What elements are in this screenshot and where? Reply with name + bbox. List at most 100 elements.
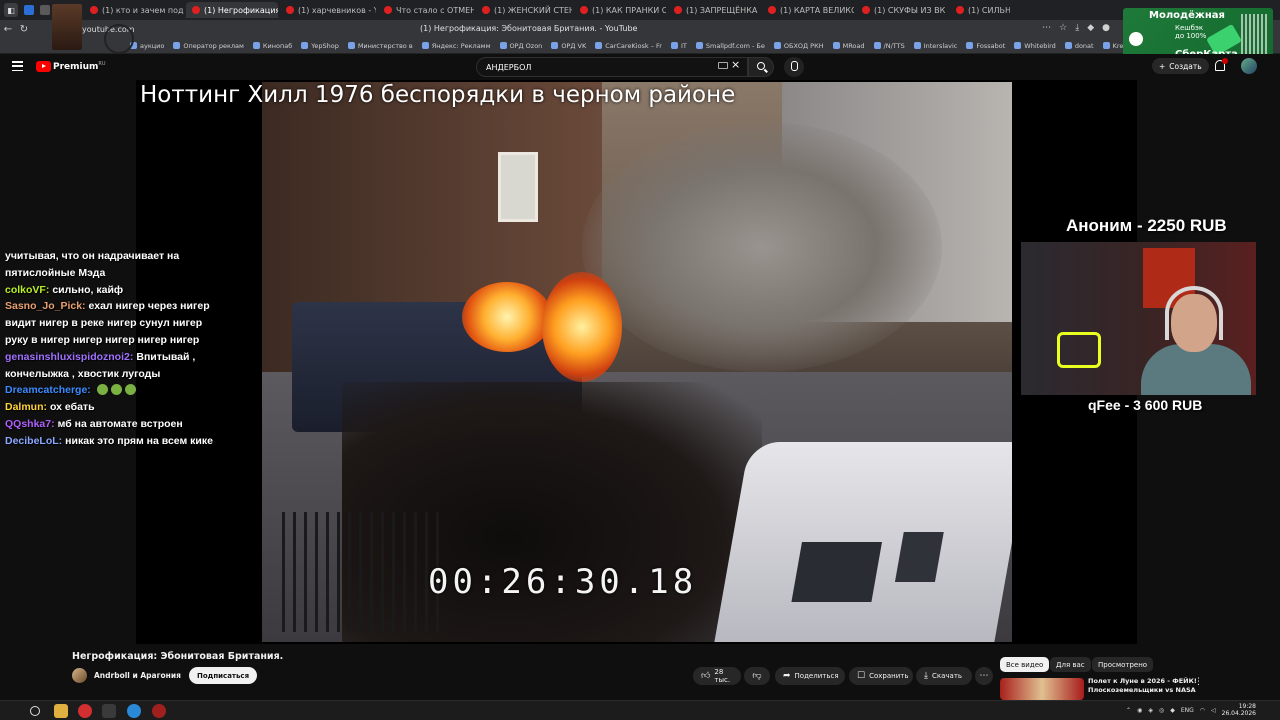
extension-icon[interactable]: ● [1102,23,1110,33]
browser-tab[interactable]: (1) КАК ПРАНКИ СТАЛИ [574,2,666,18]
video-player[interactable]: 00:26:30.18 Ноттинг Хилл 1976 беспорядки… [0,80,1280,644]
save-playlist-icon: ☐ [857,671,866,681]
chip-all-videos[interactable]: Все видео [1000,657,1050,672]
browser-tab-bar: ◧ (1) кто и зачем подсади (1) Негрофикац… [0,0,1280,20]
bookmark-item[interactable]: donat [1064,42,1094,50]
tray-chevron-icon[interactable]: ⌃ [1126,707,1131,714]
bookmark-item[interactable]: Fossabot [966,42,1005,50]
tab-favicon-icon[interactable] [40,5,50,15]
voice-search-icon[interactable] [784,57,804,77]
system-tray: ⌃ ◉ ◈ ◎ ◆ ENG ◠ ◁ 19:28 26.04.2026 [1126,703,1256,717]
account-avatar[interactable] [1241,58,1257,74]
bookmark-icon[interactable]: ☆ [1059,23,1067,33]
bookmark-item[interactable]: Оператор реклам [173,42,244,50]
obs-icon[interactable] [152,704,166,718]
browser-tab[interactable]: (1) СИЛЬНЕЙШИЙ РОЛ [950,2,1010,18]
bookmark-label: Министерство в [357,41,413,50]
donation-top: Аноним - 2250 RUB [1066,216,1227,235]
video-scene-police-van [714,442,1012,642]
windows-start-icon[interactable] [6,704,20,718]
search-input[interactable]: АНДЕРБОЛ [476,57,748,77]
more-options-icon[interactable]: ⋯ [1042,23,1051,33]
extension-icon[interactable]: ◆ [1087,23,1094,33]
like-button[interactable]: 👍︎ 28 тыс. [693,667,741,685]
bookmark-label: Whitebird [1024,41,1056,50]
bookmark-favicon-icon [421,42,429,49]
thumbs-up-icon: 👍︎ [701,671,711,681]
browser-tab[interactable]: (1) кто и зачем подсади [84,2,184,18]
tab-favicon-icon[interactable] [24,5,34,15]
language-indicator[interactable]: ENG [1181,707,1194,714]
tray-app-icon[interactable]: ◉ [1137,707,1142,714]
bookmark-item[interactable]: YepShop [301,42,339,50]
screen: ◧ (1) кто и зачем подсади (1) Негрофикац… [0,0,1280,720]
chat-username: Dreamcatcherge: [5,384,91,397]
sber-ad-banner[interactable]: Молодёжная Кешбэк до 100% СберКарта [1123,8,1273,60]
bookmark-item[interactable]: Interslavic [913,42,957,50]
back-icon[interactable]: ← [0,24,16,35]
bookmark-item[interactable]: ОБХОД РКН [773,42,824,50]
bookmark-label: IT [680,41,687,50]
browser-tab[interactable]: (1) СКУФЫ ИЗ ВК ПРОБ [856,2,948,18]
bookmark-item[interactable]: ОРД VK [551,42,586,50]
browser-tab[interactable]: (1) ЗАПРЕЩЁНКА МЕСС [668,2,760,18]
create-button[interactable]: + Создать [1152,58,1209,74]
more-actions-button[interactable]: ⋯ [975,667,993,685]
bookmark-item[interactable]: Smallpdf.com - Бе [695,42,765,50]
telegram-icon[interactable] [127,704,141,718]
youtube-logo-icon[interactable] [36,61,51,72]
download-icon[interactable]: ⤓ [1075,23,1079,33]
youtube-brand[interactable]: PremiumRU [53,61,106,72]
volume-icon[interactable]: ◁ [1211,707,1216,714]
browser-tab[interactable]: (1) КАРТА ВЕЛИКОГО П [762,2,854,18]
browser-tab[interactable]: (1) харчевников - YouTu [280,2,376,18]
chat-message: colkoVF: сильно, кайф [5,282,225,299]
video-details: Негрофикация: Эбонитовая Британия. Andrb… [0,644,1280,700]
bookmark-label: Fossabot [976,41,1006,50]
subscribe-button[interactable]: Подписаться [189,667,258,684]
search-button[interactable] [748,57,774,77]
bookmark-item[interactable]: IT [670,41,687,50]
save-button[interactable]: ☐ Сохранить [849,667,913,685]
bookmark-item[interactable]: Яндекс: Рекламм [421,42,491,50]
recommended-title[interactable]: Полет к Луне в 2026 - ФЕЙК! Плоскоземель… [1088,677,1198,695]
channel-name[interactable]: Andrboll и Арагония [94,671,181,680]
file-explorer-icon[interactable] [54,704,68,718]
tray-app-icon[interactable]: ◈ [1148,707,1153,714]
youtube-favicon-icon [286,6,294,14]
wifi-icon[interactable]: ◠ [1200,707,1205,714]
recommended-thumbnail[interactable] [1000,678,1084,700]
bookmark-item[interactable]: Кинопаб [252,42,292,50]
download-button[interactable]: ⤓ Скачать [916,667,972,685]
channel-avatar[interactable] [72,668,87,683]
bookmark-item[interactable]: /N/TTS [873,42,905,50]
taskbar-search-icon[interactable] [30,706,40,716]
browser-tab-active[interactable]: (1) Негрофикация: × [186,2,278,18]
yandex-browser-icon[interactable] [78,704,92,718]
bookmark-item[interactable]: MRoad [832,42,865,50]
tray-app-icon[interactable]: ◎ [1159,707,1164,714]
window-menu-icon[interactable]: ◧ [4,3,18,17]
video-frame[interactable]: 00:26:30.18 [262,82,1012,642]
bookmark-item[interactable]: аукцио [130,42,164,50]
tab-label: (1) СИЛЬНЕЙШИЙ РОЛ [968,5,1010,15]
dislike-button[interactable]: 👎︎ [744,667,770,685]
browser-tab[interactable]: Что стало с ОТМЕНЁ [378,2,474,18]
reload-icon[interactable]: ↻ [16,24,32,35]
app-icon[interactable] [102,704,116,718]
bookmark-item[interactable]: ОРД Ozon [499,42,542,50]
browser-tab[interactable]: (1) ЖЕНСКИЙ СТЕНДА [476,2,572,18]
hamburger-menu-icon[interactable] [12,61,23,71]
share-button[interactable]: ➦ Поделиться [775,667,845,685]
chat-emote-icon [110,384,122,396]
bookmark-item[interactable]: CarCareKiosk – Fr [595,42,662,50]
chip-for-you[interactable]: Для вас [1050,657,1091,672]
clock[interactable]: 19:28 26.04.2026 [1222,703,1256,717]
keyboard-icon[interactable] [718,62,728,69]
bookmark-item[interactable]: Whitebird [1014,42,1056,50]
chip-watched[interactable]: Просмотрено [1092,657,1154,672]
recommended-more-icon[interactable]: ⋮ [1194,677,1203,687]
clear-search-icon[interactable]: × [731,58,740,71]
bookmark-item[interactable]: Министерство в [347,41,413,50]
tray-app-icon[interactable]: ◆ [1170,707,1175,714]
